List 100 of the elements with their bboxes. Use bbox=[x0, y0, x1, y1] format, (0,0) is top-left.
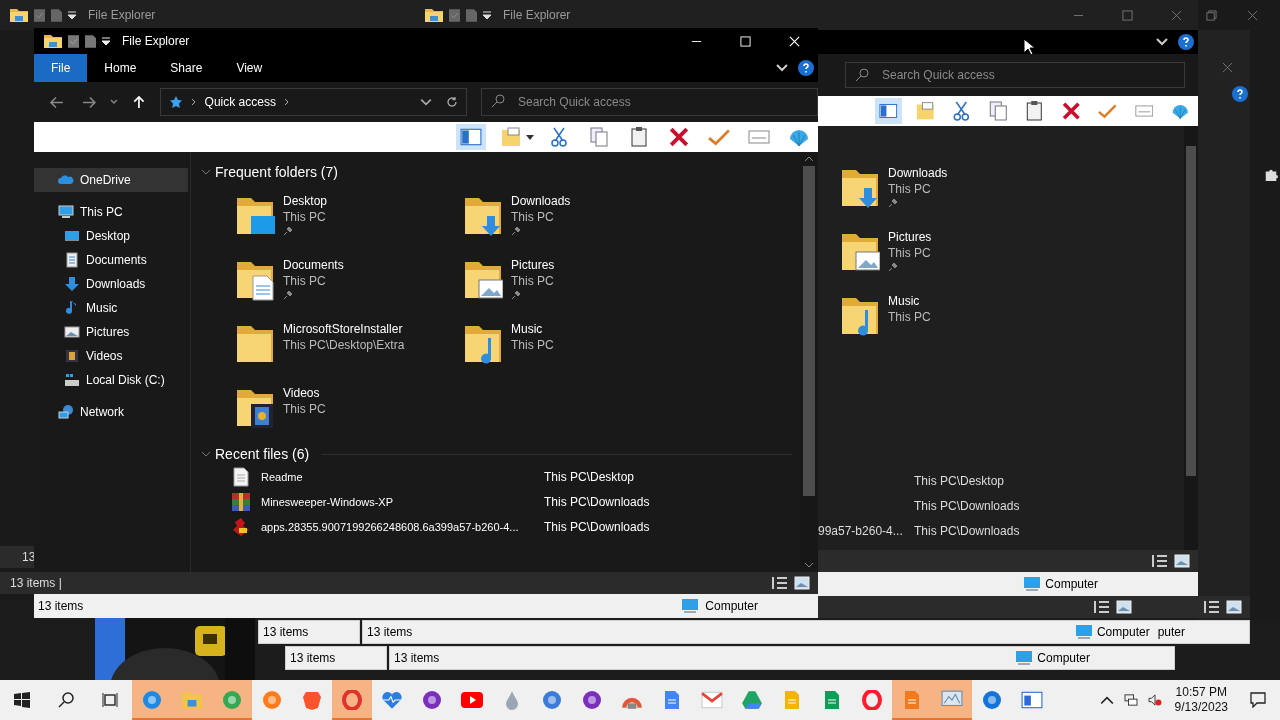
scrollbar-thumb[interactable] bbox=[803, 166, 815, 496]
folder-path: This PC\Desktop\Extra bbox=[283, 338, 405, 352]
window-title: File Explorer bbox=[122, 34, 190, 48]
folder-name[interactable]: Videos bbox=[283, 386, 326, 400]
play-icon bbox=[461, 690, 483, 710]
folder-name[interactable]: Music bbox=[888, 294, 931, 308]
properties-icon[interactable] bbox=[68, 34, 79, 48]
muted-speaker-icon[interactable] bbox=[1147, 694, 1162, 706]
sidebar-item[interactable]: Videos bbox=[34, 344, 188, 368]
folder-path: This PC bbox=[888, 310, 931, 324]
section-title[interactable]: Recent files (6) bbox=[215, 446, 310, 462]
folder-path: This PC bbox=[511, 210, 555, 224]
file-path: This PC\Downloads bbox=[914, 523, 1020, 538]
item-count: 13 items bbox=[38, 599, 84, 613]
triangle-icon bbox=[741, 690, 763, 710]
round-logo-icon bbox=[141, 690, 163, 710]
round-logo-icon bbox=[981, 690, 1003, 710]
breadcrumb[interactable]: Quick access bbox=[204, 95, 276, 109]
folder-name[interactable]: Pictures bbox=[888, 230, 932, 244]
scrollbar-thumb[interactable] bbox=[1186, 146, 1196, 476]
thumbnail-view-icon[interactable] bbox=[794, 576, 810, 590]
sidebar-item[interactable]: This PC bbox=[34, 200, 188, 224]
computer-icon bbox=[58, 204, 74, 220]
ribbon-tab[interactable]: Share bbox=[153, 54, 220, 82]
network-icon bbox=[58, 404, 74, 420]
help-icon[interactable] bbox=[1232, 86, 1248, 102]
file-name[interactable]: Readme bbox=[261, 470, 534, 483]
refresh-icon[interactable] bbox=[446, 96, 458, 108]
ribbon-tab[interactable]: File bbox=[34, 54, 88, 82]
address-bar[interactable]: Quick access bbox=[159, 88, 467, 116]
folder-name[interactable]: Desktop bbox=[283, 194, 328, 208]
file-name[interactable]: 99a57-b260-4... bbox=[818, 523, 914, 538]
picture-icon bbox=[64, 324, 80, 340]
chevron-icon[interactable] bbox=[109, 99, 118, 105]
caret-icon[interactable] bbox=[526, 134, 534, 140]
sidebar-item[interactable]: Local Disk (C:) bbox=[34, 368, 188, 392]
network-icon[interactable] bbox=[1123, 694, 1138, 706]
chevron-icon[interactable] bbox=[776, 64, 788, 72]
help-icon[interactable] bbox=[798, 60, 814, 76]
computer-icon bbox=[1023, 576, 1042, 592]
scroll-down-icon[interactable] bbox=[804, 562, 814, 568]
details-view-icon[interactable] bbox=[1204, 600, 1220, 614]
file-name[interactable]: Minesweeper-Windows-XP bbox=[261, 495, 534, 508]
folder-name[interactable]: Music bbox=[511, 322, 554, 336]
details-view-icon[interactable] bbox=[1152, 554, 1168, 568]
folder-name[interactable]: Downloads bbox=[888, 166, 948, 180]
thumbnail-view-icon[interactable] bbox=[1174, 554, 1190, 568]
sidebar-item[interactable]: Network bbox=[34, 400, 188, 424]
details-view-icon[interactable] bbox=[1094, 600, 1110, 614]
search-field[interactable]: Search Quick access bbox=[845, 62, 1185, 88]
chevron-up-icon[interactable] bbox=[1099, 694, 1114, 706]
sidebar-item[interactable]: Pictures bbox=[34, 320, 188, 344]
computer-icon bbox=[1015, 650, 1034, 666]
location-text: Computer bbox=[1037, 651, 1090, 665]
desktop-icon bbox=[64, 228, 80, 244]
ribbon-tab[interactable]: View bbox=[219, 54, 280, 82]
sidebar-item[interactable]: Desktop bbox=[34, 224, 188, 248]
chevron-icon[interactable] bbox=[1156, 38, 1168, 46]
file-path: This PC\Downloads bbox=[914, 498, 1020, 513]
search-icon bbox=[491, 94, 505, 108]
scroll-up-icon[interactable] bbox=[804, 156, 814, 162]
caret-icon[interactable] bbox=[102, 37, 110, 45]
file-name[interactable]: apps.28355.9007199266248608.6a399a57-b260-4... bbox=[261, 520, 534, 533]
archive-icon bbox=[231, 491, 251, 512]
sidebar-item[interactable]: Downloads bbox=[34, 272, 188, 296]
window-title: File Explorer bbox=[503, 8, 571, 22]
section-title[interactable]: Frequent folders (7) bbox=[215, 164, 338, 180]
folder-icon bbox=[44, 34, 62, 48]
sidebar-item[interactable]: Music bbox=[34, 296, 188, 320]
thumbnail-view-icon[interactable] bbox=[1226, 600, 1242, 614]
round-logo-icon bbox=[221, 690, 243, 710]
sidebar-item[interactable]: OneDrive bbox=[34, 168, 188, 192]
ribbon-tab[interactable]: Home bbox=[87, 54, 154, 82]
sidebar-item[interactable]: Documents bbox=[34, 248, 188, 272]
folder-name[interactable]: Documents bbox=[283, 258, 344, 272]
computer-icon bbox=[681, 598, 700, 614]
layout-icon[interactable] bbox=[456, 124, 486, 150]
help-icon[interactable] bbox=[1178, 34, 1194, 50]
thumbnail-view-icon[interactable] bbox=[1116, 600, 1132, 614]
folder-name[interactable]: Pictures bbox=[511, 258, 555, 272]
properties-icon[interactable] bbox=[34, 8, 45, 22]
item-count: 13 items bbox=[290, 651, 336, 665]
puzzle-icon[interactable] bbox=[1264, 167, 1278, 181]
folder-path: This PC bbox=[283, 210, 327, 224]
dropdown-icon[interactable] bbox=[420, 96, 432, 108]
folder-name[interactable]: MicrosoftStoreInstaller bbox=[283, 322, 405, 336]
computer-icon bbox=[1074, 624, 1093, 640]
properties-icon[interactable] bbox=[449, 8, 460, 22]
taskbar-app[interactable] bbox=[332, 680, 372, 720]
download-icon bbox=[64, 276, 80, 292]
caret-icon[interactable] bbox=[483, 11, 491, 19]
details-view-icon[interactable] bbox=[772, 576, 788, 590]
caret-icon[interactable] bbox=[68, 11, 76, 19]
layout-icon[interactable] bbox=[874, 98, 902, 124]
folder-name[interactable]: Downloads bbox=[511, 194, 571, 208]
program-icon bbox=[231, 516, 251, 537]
clock[interactable]: 10:57 PM 9/13/2023 bbox=[1166, 685, 1236, 715]
search-field[interactable]: Search Quick access bbox=[481, 88, 818, 116]
folder-icon bbox=[10, 8, 28, 22]
restore-icon[interactable] bbox=[1206, 9, 1217, 21]
